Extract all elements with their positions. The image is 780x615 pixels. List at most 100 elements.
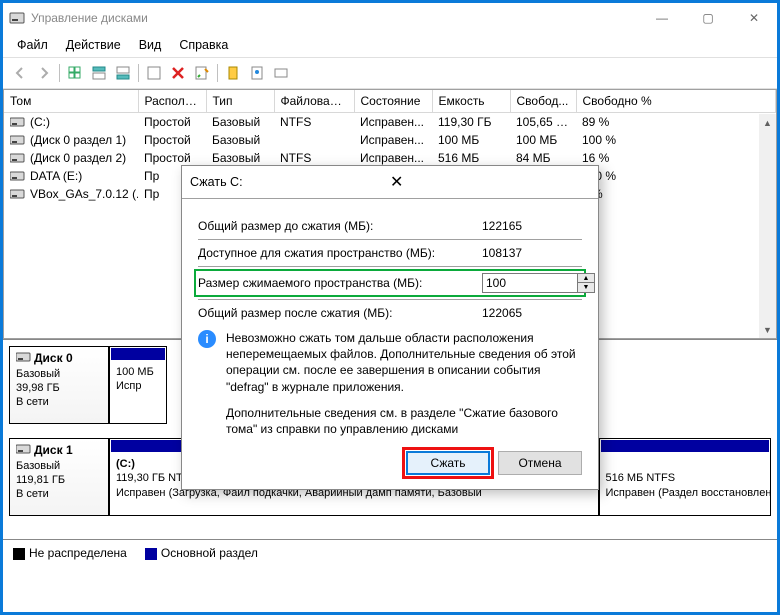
dialog-title: Сжать C: bbox=[190, 175, 384, 189]
properties-icon[interactable] bbox=[191, 62, 213, 84]
vol-fs bbox=[274, 131, 354, 149]
close-button[interactable]: ✕ bbox=[731, 3, 777, 33]
vol-fs: NTFS bbox=[274, 113, 354, 132]
vol-cap: 119,30 ГБ bbox=[432, 113, 510, 132]
col-status[interactable]: Состояние bbox=[354, 90, 432, 113]
available-label: Доступное для сжатия пространство (МБ): bbox=[198, 246, 482, 260]
menu-action[interactable]: Действие bbox=[58, 35, 129, 55]
minimize-button[interactable]: — bbox=[639, 3, 685, 33]
shrink-amount-input[interactable] bbox=[482, 273, 578, 293]
disk1-status: В сети bbox=[16, 488, 49, 500]
vol-type: Базовый bbox=[206, 113, 274, 132]
disk1-part-recovery[interactable]: 516 МБ NTFS Исправен (Раздел восстановле… bbox=[599, 438, 772, 516]
legend-primary: Основной раздел bbox=[145, 546, 258, 560]
vol-free: 100 МБ bbox=[510, 131, 576, 149]
delete-icon[interactable] bbox=[167, 62, 189, 84]
col-layout[interactable]: Располо... bbox=[138, 90, 206, 113]
info-text-1: Невозможно сжать том дальше области расп… bbox=[226, 330, 582, 395]
menu-help[interactable]: Справка bbox=[171, 35, 236, 55]
vol-name: VBox_GAs_7.0.12 (... bbox=[30, 187, 138, 201]
vol-pct: 89 % bbox=[576, 113, 776, 132]
scroll-up-icon[interactable]: ▲ bbox=[759, 114, 776, 131]
vol-layout: Простой bbox=[138, 131, 206, 149]
cancel-button[interactable]: Отмена bbox=[498, 451, 582, 475]
scroll-down-icon[interactable]: ▼ bbox=[759, 321, 776, 338]
vol-status: Исправен... bbox=[354, 113, 432, 132]
disk-icon bbox=[10, 116, 26, 128]
col-volume[interactable]: Том bbox=[4, 90, 138, 113]
available-value: 108137 bbox=[482, 246, 582, 260]
app-icon bbox=[9, 10, 25, 26]
disk1-p2-size: 516 МБ NTFS bbox=[606, 472, 676, 484]
titlebar: Управление дисками — ▢ ✕ bbox=[3, 3, 777, 33]
menu-view[interactable]: Вид bbox=[131, 35, 170, 55]
window-title: Управление дисками bbox=[31, 11, 639, 25]
disk0-size: 39,98 ГБ bbox=[16, 382, 60, 394]
menu-file[interactable]: Файл bbox=[9, 35, 56, 55]
disk0-p1-size: 100 МБ bbox=[116, 366, 154, 378]
disk1-label[interactable]: Диск 1 Базовый 119,81 ГБ В сети bbox=[9, 438, 109, 516]
vol-pct: 100 % bbox=[576, 131, 776, 149]
table-row[interactable]: (C:) ПростойБазовыйNTFSИсправен...119,30 … bbox=[4, 113, 776, 132]
shrink-amount-row: Размер сжимаемого пространства (МБ): ▲ ▼ bbox=[198, 273, 582, 293]
vol-name: DATA (E:) bbox=[30, 169, 82, 183]
vol-pct: 16 % bbox=[576, 149, 776, 167]
col-capacity[interactable]: Емкость bbox=[432, 90, 510, 113]
disk-icon bbox=[10, 134, 26, 146]
col-free[interactable]: Свобод... bbox=[510, 90, 576, 113]
view-top-icon[interactable] bbox=[88, 62, 110, 84]
dialog-titlebar: Сжать C: ✕ bbox=[182, 166, 598, 198]
disk0-label[interactable]: Диск 0 Базовый 39,98 ГБ В сети bbox=[9, 346, 109, 424]
action3-icon[interactable] bbox=[270, 62, 292, 84]
vol-free: 105,65 ГБ bbox=[510, 113, 576, 132]
disk0-status: В сети bbox=[16, 396, 49, 408]
disk1-size: 119,81 ГБ bbox=[16, 474, 65, 486]
disk0-type: Базовый bbox=[16, 368, 60, 380]
vol-type: Базовый bbox=[206, 131, 274, 149]
disk1-p2-status: Исправен (Раздел восстановления) bbox=[606, 487, 772, 499]
vol-name: (Диск 0 раздел 2) bbox=[30, 151, 126, 165]
disk-icon bbox=[10, 170, 26, 182]
vol-pct: 0 % bbox=[576, 185, 776, 203]
disk0-part1[interactable]: 100 МБ Испр bbox=[109, 346, 167, 424]
disk1-p1-label: (C:) bbox=[116, 458, 135, 470]
spin-down-button[interactable]: ▼ bbox=[578, 283, 594, 292]
disk0-p1-status: Испр bbox=[116, 380, 141, 392]
shrink-dialog: Сжать C: ✕ Общий размер до сжатия (МБ): … bbox=[181, 165, 599, 490]
app-window: Управление дисками — ▢ ✕ Файл Действие В… bbox=[0, 0, 780, 615]
maximize-button[interactable]: ▢ bbox=[685, 3, 731, 33]
disk1-type: Базовый bbox=[16, 460, 60, 472]
table-scrollbar[interactable]: ▲ ▼ bbox=[759, 114, 776, 338]
info-icon: i bbox=[198, 330, 216, 348]
col-fs[interactable]: Файловая с... bbox=[274, 90, 354, 113]
legend-unallocated: Не распределена bbox=[13, 546, 127, 560]
vol-name: (Диск 0 раздел 1) bbox=[30, 133, 126, 147]
vol-pct: 100 % bbox=[576, 167, 776, 185]
disk0-name: Диск 0 bbox=[34, 351, 73, 365]
info-text-2: Дополнительные сведения см. в разделе "С… bbox=[226, 405, 582, 437]
action2-icon[interactable] bbox=[222, 62, 244, 84]
col-type[interactable]: Тип bbox=[206, 90, 274, 113]
vol-layout: Простой bbox=[138, 113, 206, 132]
col-freepct[interactable]: Свободно % bbox=[576, 90, 776, 113]
back-icon bbox=[9, 62, 31, 84]
total-before-value: 122165 bbox=[482, 219, 582, 233]
view-bottom-icon[interactable] bbox=[112, 62, 134, 84]
table-row[interactable]: (Диск 0 раздел 1) ПростойБазовый Исправен.… bbox=[4, 131, 776, 149]
total-after-value: 122065 bbox=[482, 306, 582, 320]
help-icon[interactable] bbox=[246, 62, 268, 84]
action1-icon[interactable] bbox=[143, 62, 165, 84]
disk-icon bbox=[10, 188, 26, 200]
menubar: Файл Действие Вид Справка bbox=[3, 33, 777, 57]
shrink-amount-label: Размер сжимаемого пространства (МБ): bbox=[198, 276, 482, 290]
vol-name: (C:) bbox=[30, 115, 50, 129]
forward-icon bbox=[33, 62, 55, 84]
dialog-close-button[interactable]: ✕ bbox=[384, 172, 590, 192]
shrink-button[interactable]: Сжать bbox=[406, 451, 490, 475]
refresh-icon[interactable] bbox=[64, 62, 86, 84]
disk-icon bbox=[10, 152, 26, 164]
total-before-label: Общий размер до сжатия (МБ): bbox=[198, 219, 482, 233]
vol-cap: 100 МБ bbox=[432, 131, 510, 149]
spin-up-button[interactable]: ▲ bbox=[578, 274, 594, 283]
vol-status: Исправен... bbox=[354, 131, 432, 149]
